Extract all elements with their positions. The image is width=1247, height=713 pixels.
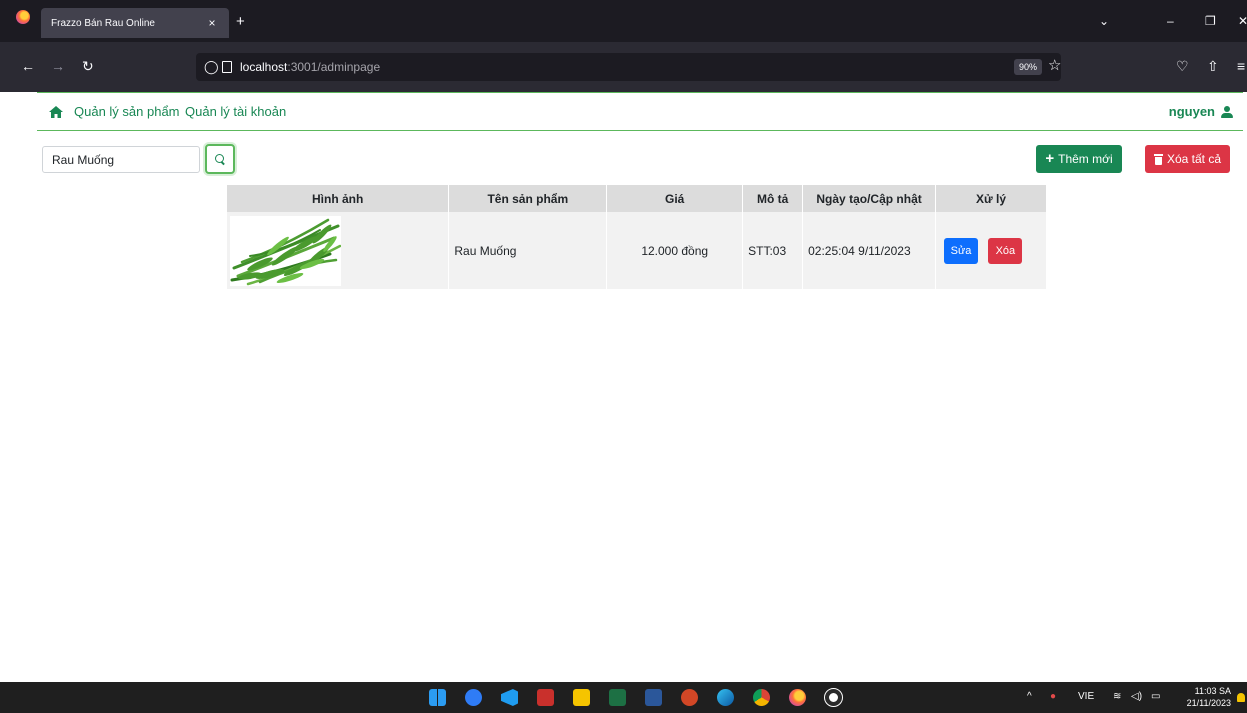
- shield-icon[interactable]: ◯: [204, 59, 222, 75]
- search-input[interactable]: [42, 146, 200, 173]
- minimize-icon[interactable]: –: [1167, 14, 1174, 28]
- tab-list-icon[interactable]: ⌄: [1099, 14, 1109, 28]
- clock-date: 21/11/2023: [1186, 698, 1231, 708]
- bookmark-star-icon[interactable]: ☆: [1048, 56, 1061, 74]
- nav-products-link[interactable]: Quản lý sản phẩm: [74, 104, 180, 119]
- header-price: Giá: [606, 185, 744, 212]
- battery-icon[interactable]: ▭: [1151, 691, 1160, 703]
- zoom-badge[interactable]: 90%: [1014, 59, 1043, 75]
- header-name: Tên sản phẩm: [448, 185, 608, 212]
- firefox-logo-icon: [16, 10, 30, 24]
- chrome-icon[interactable]: [753, 689, 770, 706]
- table-header-row: Hình ảnh Tên sản phẩm Giá Mô tả Ngày tạo…: [227, 185, 1047, 212]
- menu-icon[interactable]: ≡: [1237, 58, 1245, 74]
- trash-icon: [1153, 153, 1163, 165]
- tab-title: Frazzo Bán Rau Online: [51, 17, 155, 29]
- plus-icon: +: [1045, 150, 1055, 167]
- url-host: localhost: [240, 60, 288, 74]
- excel-icon[interactable]: [609, 689, 626, 706]
- product-image: [230, 215, 341, 286]
- product-name: Rau Muống: [448, 212, 608, 289]
- browser-tab[interactable]: Frazzo Bán Rau Online ×: [41, 8, 229, 38]
- app-red-icon[interactable]: [537, 689, 554, 706]
- zalo-icon[interactable]: [465, 689, 482, 706]
- vscode-icon[interactable]: [501, 689, 518, 706]
- search-icon: [215, 154, 225, 164]
- user-menu[interactable]: nguyen: [1169, 104, 1233, 119]
- product-table: Hình ảnh Tên sản phẩm Giá Mô tả Ngày tạo…: [227, 185, 1047, 289]
- search-button[interactable]: [205, 144, 235, 174]
- start-icon[interactable]: [429, 689, 446, 706]
- tray-app-icon[interactable]: ●: [1050, 691, 1056, 703]
- word-icon[interactable]: [645, 689, 662, 706]
- url-path: :3001/adminpage: [287, 60, 381, 74]
- product-actions: Sửa Xóa: [935, 212, 1047, 289]
- extensions-icon[interactable]: ⇧: [1207, 58, 1219, 74]
- tab-close-icon[interactable]: ×: [205, 16, 219, 30]
- user-icon: [1221, 105, 1233, 118]
- delete-button[interactable]: Xóa: [988, 237, 1023, 264]
- language-indicator[interactable]: VIE: [1078, 691, 1094, 703]
- notification-bell-icon[interactable]: [1237, 693, 1245, 702]
- powerpoint-icon[interactable]: [681, 689, 698, 706]
- mongodb-icon[interactable]: [824, 688, 843, 707]
- clock[interactable]: 11:03 SA 21/11/2023: [1177, 685, 1231, 709]
- product-price: 12.000 đồng: [606, 212, 744, 289]
- pocket-icon[interactable]: ♡: [1176, 58, 1189, 74]
- edit-button[interactable]: Sửa: [944, 237, 979, 264]
- back-icon[interactable]: ←: [21, 58, 35, 74]
- add-new-label: Thêm mới: [1058, 152, 1113, 166]
- table-row: Rau Muống 12.000 đồng STT:03 02:25:04 9/…: [227, 212, 1047, 289]
- nav-accounts-link[interactable]: Quản lý tài khoản: [185, 104, 286, 119]
- delete-all-button[interactable]: Xóa tất cả: [1145, 145, 1230, 173]
- page-icon[interactable]: [222, 61, 232, 73]
- add-new-button[interactable]: + Thêm mới: [1036, 145, 1122, 173]
- wifi-icon[interactable]: ≋: [1113, 691, 1121, 703]
- product-description: STT:03: [742, 212, 804, 289]
- firefox-taskbar-icon[interactable]: [789, 689, 806, 706]
- header-image: Hình ảnh: [227, 185, 450, 212]
- clock-time: 11:03 SA: [1194, 686, 1231, 696]
- username: nguyen: [1168, 104, 1215, 119]
- url-bar[interactable]: ◯ localhost :3001/adminpage 90% ☆: [196, 53, 1061, 81]
- new-tab-icon[interactable]: +: [236, 14, 245, 30]
- tray-expand-icon[interactable]: ^: [1027, 691, 1032, 703]
- product-date: 02:25:04 9/11/2023: [802, 212, 937, 289]
- taskbar: ^ ● VIE ≋ ◁) ▭ 11:03 SA 21/11/2023: [0, 682, 1247, 713]
- header-actions: Xử lý: [935, 185, 1047, 212]
- reload-icon[interactable]: ↻: [82, 58, 94, 74]
- sticky-notes-icon[interactable]: [573, 689, 590, 706]
- header-date: Ngày tạo/Cập nhật: [802, 185, 937, 212]
- maximize-icon[interactable]: ❐: [1205, 14, 1216, 28]
- forward-icon[interactable]: →: [51, 58, 65, 74]
- delete-all-label: Xóa tất cả: [1166, 152, 1222, 166]
- browser-title-bar: Frazzo Bán Rau Online × + ⌄ – ❐ ✕: [0, 0, 1247, 42]
- header-description: Mô tả: [742, 185, 804, 212]
- admin-page: Quản lý sản phẩm Quản lý tài khoản nguye…: [0, 92, 1247, 682]
- home-icon[interactable]: [49, 106, 63, 118]
- edge-icon[interactable]: [717, 689, 734, 706]
- product-image-cell: [227, 212, 450, 289]
- close-window-icon[interactable]: ✕: [1238, 14, 1247, 28]
- app-navbar: Quản lý sản phẩm Quản lý tài khoản nguye…: [37, 93, 1243, 131]
- volume-icon[interactable]: ◁): [1131, 691, 1142, 703]
- browser-nav-bar: ← → ↻ ◯ localhost :3001/adminpage 90% ☆ …: [0, 42, 1247, 92]
